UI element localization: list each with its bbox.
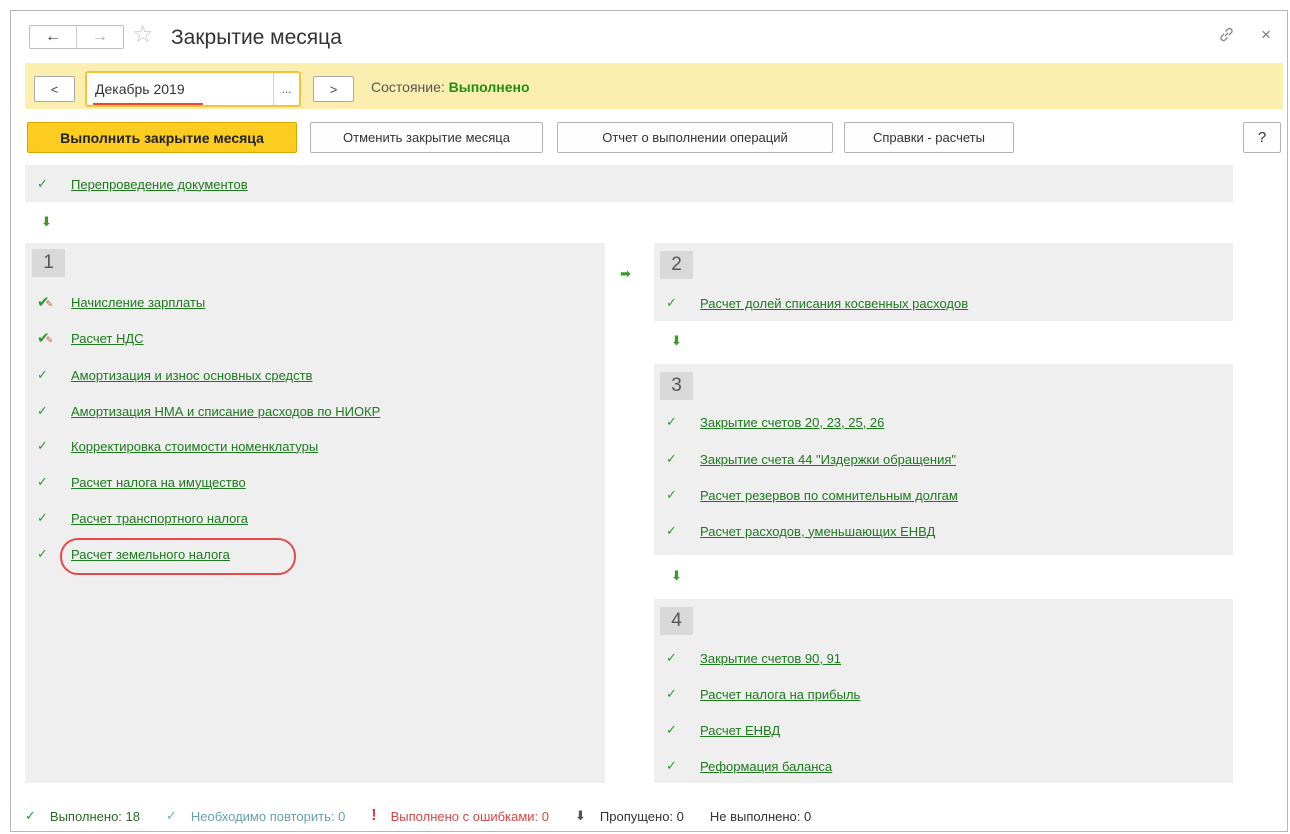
- back-button[interactable]: ←: [30, 26, 76, 48]
- operation-link[interactable]: Амортизация и износ основных средств: [71, 368, 312, 383]
- operation-row: ✓ Расчет налога на имущество: [37, 472, 246, 492]
- operation-row: ✓ Амортизация НМА и списание расходов по …: [37, 401, 380, 421]
- check-icon: ✓: [666, 722, 677, 737]
- reposting-row: ✓ Перепроведение документов: [37, 174, 248, 194]
- stage-2-number: 2: [660, 251, 693, 279]
- spell-underline: [93, 103, 203, 105]
- check-icon: ✓: [666, 758, 677, 773]
- check-edited-icon: ✔✎: [37, 330, 54, 347]
- check-icon: ✓: [37, 510, 48, 525]
- operation-row: ✔✎ Начисление зарплаты: [37, 292, 205, 312]
- state-text: Состояние: Выполнено: [371, 79, 530, 95]
- arrow-right-icon: ➡: [620, 266, 631, 281]
- stage-3-number: 3: [660, 372, 693, 400]
- check-icon: ✓: [666, 650, 677, 665]
- star-icon[interactable]: ☆: [132, 23, 154, 47]
- state-value: Выполнено: [448, 79, 530, 95]
- check-icon: ✓: [666, 686, 677, 701]
- operation-row: ✓ Реформация баланса: [666, 756, 832, 776]
- exclamation-icon: !: [371, 807, 377, 824]
- check-icon: ✓: [666, 487, 677, 502]
- operations-report-button[interactable]: Отчет о выполнении операций: [557, 122, 833, 153]
- cancel-close-button[interactable]: Отменить закрытие месяца: [310, 122, 543, 153]
- check-icon: ✓: [166, 808, 177, 823]
- status-bar: ✓ Выполнено: 18 ✓ Необходимо повторить: …: [25, 805, 837, 827]
- close-icon[interactable]: ×: [1261, 25, 1271, 45]
- operation-row: ✔✎ Расчет НДС: [37, 328, 144, 348]
- operation-row: ✓ Расчет расходов, уменьшающих ЕНВД: [666, 521, 935, 541]
- help-button[interactable]: ?: [1243, 122, 1281, 153]
- reposting-panel: ✓ Перепроведение документов: [25, 165, 1233, 202]
- arrow-down-icon: ⬇: [574, 808, 586, 823]
- arrow-down-icon: ⬇: [671, 568, 682, 583]
- prev-period-button[interactable]: <: [34, 76, 75, 102]
- operation-row: ✓ Расчет долей списания косвенных расходо…: [666, 293, 968, 313]
- page-title: Закрытие месяца: [171, 26, 342, 49]
- calculations-button[interactable]: Справки - расчеты: [844, 122, 1014, 153]
- month-close-window: ← → ☆ Закрытие месяца × < Декабрь 2019 .…: [10, 10, 1288, 832]
- arrow-left-icon: ←: [45, 28, 61, 45]
- operation-row: ✓ Закрытие счета 44 "Издержки обращения": [666, 449, 956, 469]
- operation-link[interactable]: Расчет налога на имущество: [71, 475, 246, 490]
- operation-link[interactable]: Расчет расходов, уменьшающих ЕНВД: [700, 524, 935, 539]
- check-icon: ✓: [666, 451, 677, 466]
- check-icon: ✓: [666, 295, 677, 310]
- forward-button[interactable]: →: [76, 26, 123, 48]
- stage-4-number: 4: [660, 607, 693, 635]
- period-input[interactable]: Декабрь 2019 ...: [85, 71, 301, 107]
- operation-link[interactable]: Расчет НДС: [71, 331, 144, 346]
- stage-1-number: 1: [32, 249, 65, 277]
- run-close-button[interactable]: Выполнить закрытие месяца: [27, 122, 297, 153]
- operation-row: ✓ Расчет налога на прибыль: [666, 684, 860, 704]
- check-icon: ✓: [37, 403, 48, 418]
- nav-buttons: ← →: [29, 25, 124, 49]
- title-bar: ← → ☆ Закрытие месяца ×: [11, 11, 1287, 53]
- operation-link[interactable]: Начисление зарплаты: [71, 295, 205, 310]
- status-done[interactable]: ✓ Выполнено: 18: [25, 808, 140, 824]
- operation-link[interactable]: Расчет ЕНВД: [700, 723, 780, 738]
- next-period-button[interactable]: >: [313, 76, 354, 102]
- period-select-button[interactable]: ...: [273, 73, 299, 105]
- reposting-link[interactable]: Перепроведение документов: [71, 177, 248, 192]
- period-value: Декабрь 2019: [95, 81, 185, 97]
- check-icon: ✓: [37, 474, 48, 489]
- arrow-down-icon: ⬇: [41, 214, 52, 229]
- check-icon: ✓: [25, 808, 36, 823]
- check-icon: ✓: [37, 176, 48, 191]
- status-repeat[interactable]: ✓ Необходимо повторить: 0: [166, 808, 345, 824]
- check-icon: ✓: [666, 523, 677, 538]
- operation-row: ✓ Расчет ЕНВД: [666, 720, 780, 740]
- check-icon: ✓: [666, 414, 677, 429]
- operation-link[interactable]: Реформация баланса: [700, 759, 832, 774]
- operation-row: ✓ Расчет транспортного налога: [37, 508, 248, 528]
- operation-row: ✓ Расчет резервов по сомнительным долгам: [666, 485, 958, 505]
- period-bar: < Декабрь 2019 ... > Состояние: Выполнен…: [25, 63, 1283, 109]
- status-skipped[interactable]: ⬇ Пропущено: 0: [575, 808, 684, 824]
- operation-row: ✓ Закрытие счетов 90, 91: [666, 648, 841, 668]
- operation-link[interactable]: Корректировка стоимости номенклатуры: [71, 439, 318, 454]
- operation-link[interactable]: Закрытие счета 44 "Издержки обращения": [700, 452, 956, 467]
- check-icon: ✓: [37, 546, 48, 561]
- highlight-circle: [60, 538, 296, 575]
- check-icon: ✓: [37, 367, 48, 382]
- operation-link[interactable]: Расчет транспортного налога: [71, 511, 248, 526]
- arrow-right-icon: →: [92, 28, 108, 45]
- check-edited-icon: ✔✎: [37, 294, 54, 311]
- operation-link[interactable]: Расчет долей списания косвенных расходов: [700, 296, 968, 311]
- status-not-done[interactable]: Не выполнено: 0: [710, 809, 811, 824]
- operation-link[interactable]: Закрытие счетов 90, 91: [700, 651, 841, 666]
- operation-row: ✓ Корректировка стоимости номенклатуры: [37, 436, 318, 456]
- arrow-down-icon: ⬇: [671, 333, 682, 348]
- operation-link[interactable]: Расчет резервов по сомнительным долгам: [700, 488, 958, 503]
- state-label: Состояние:: [371, 79, 445, 95]
- check-icon: ✓: [37, 438, 48, 453]
- status-errors[interactable]: ! Выполнено с ошибками: 0: [371, 807, 549, 825]
- link-icon[interactable]: [1218, 26, 1235, 48]
- operation-link[interactable]: Амортизация НМА и списание расходов по Н…: [71, 404, 380, 419]
- operation-row: ✓ Закрытие счетов 20, 23, 25, 26: [666, 412, 884, 432]
- operation-row: ✓ Амортизация и износ основных средств: [37, 365, 312, 385]
- operation-link[interactable]: Расчет налога на прибыль: [700, 687, 860, 702]
- operation-link[interactable]: Закрытие счетов 20, 23, 25, 26: [700, 415, 884, 430]
